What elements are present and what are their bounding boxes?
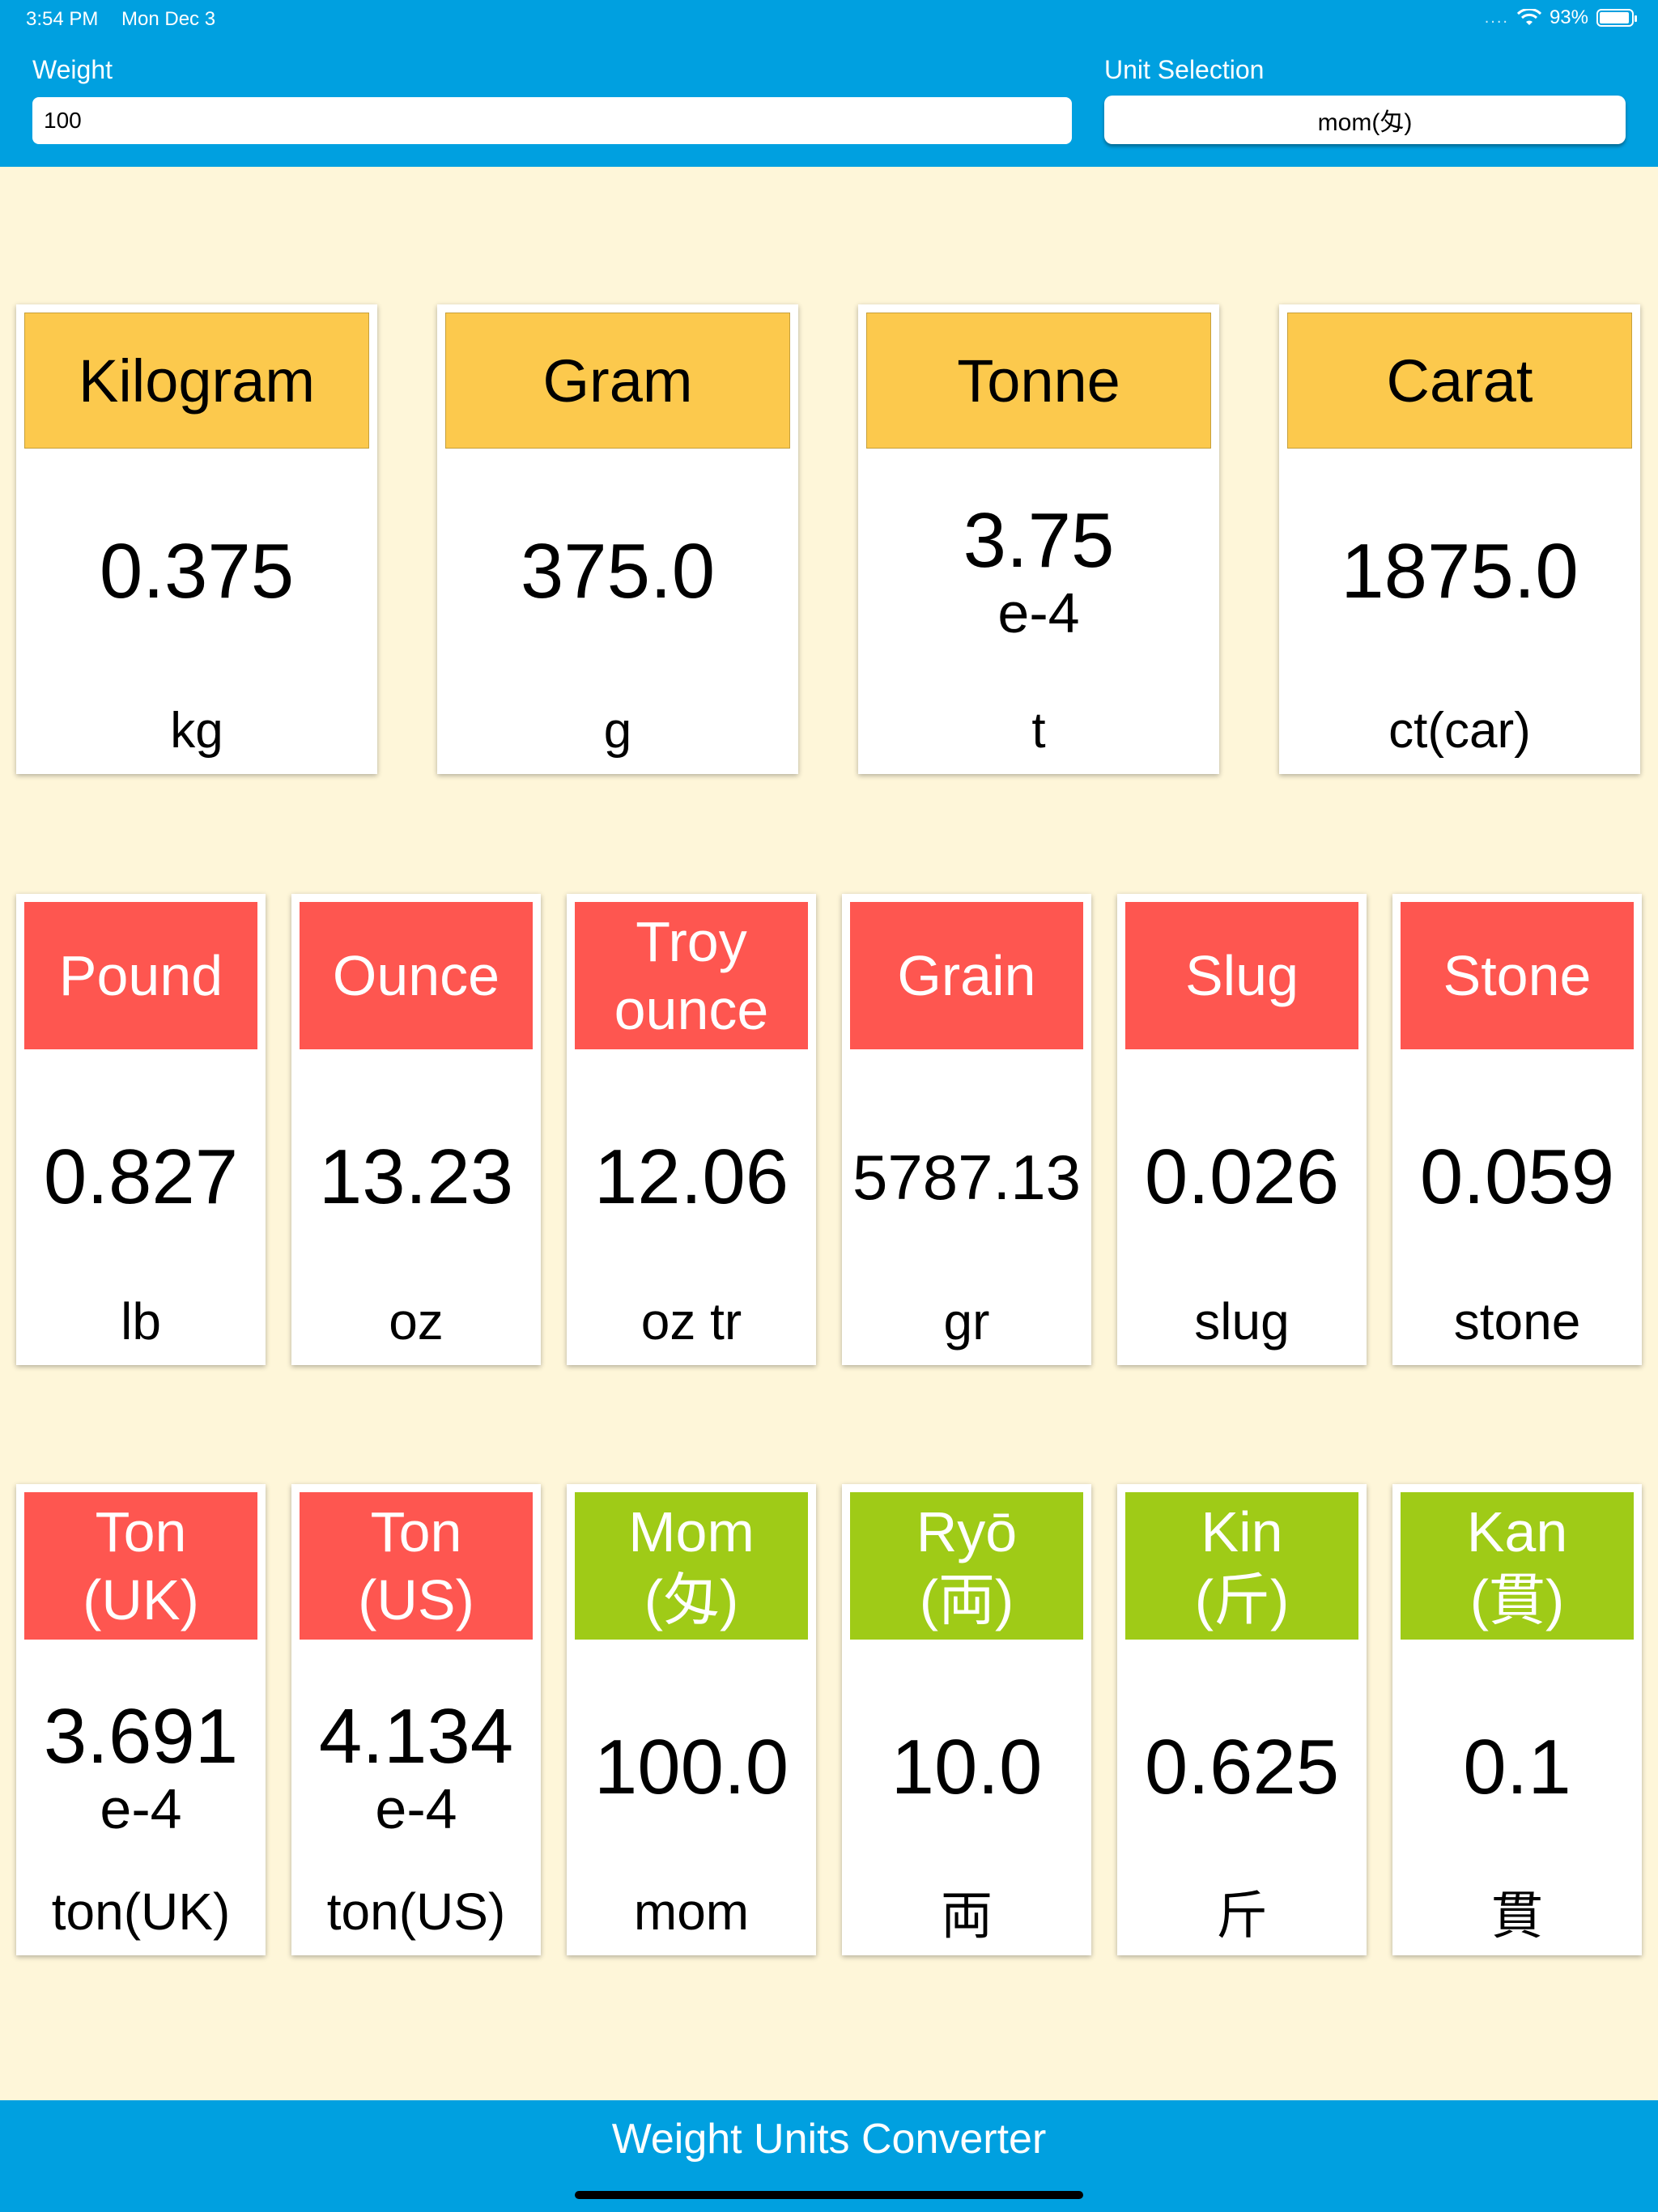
unit-card-carat: Carat 1875.0 ct(car) <box>1279 304 1640 774</box>
unit-card-title: Ounce <box>300 902 533 1049</box>
unit-card-value: 10.0 <box>891 1724 1043 1811</box>
unit-card-value: 375.0 <box>520 528 716 615</box>
unit-card-title: Ryō (両) <box>850 1492 1083 1640</box>
unit-card-ounce: Ounce 13.23 oz <box>291 894 541 1365</box>
unit-card-symbol: ton(US) <box>326 1882 506 1941</box>
status-date: Mon Dec 3 <box>121 8 216 30</box>
unit-card-symbol: kg <box>170 702 223 759</box>
unit-card-slug: Slug 0.026 slug <box>1117 894 1367 1365</box>
unit-card-symbol: 貫 <box>1491 1887 1543 1945</box>
unit-card-title: Tonne <box>866 313 1211 449</box>
unit-card-symbol: oz <box>389 1292 444 1351</box>
unit-card-kin: Kin (斤) 0.625 斤 <box>1117 1484 1367 1955</box>
unit-card-symbol: ct(car) <box>1388 702 1531 759</box>
unit-card-tonne: Tonne 3.75 e-4 t <box>858 304 1219 774</box>
unit-card-symbol: t <box>1031 702 1046 759</box>
unit-card-symbol: slug <box>1194 1292 1290 1351</box>
bottom-bar: Weight Units Converter <box>0 2100 1658 2212</box>
unit-card-pound: Pound 0.827 lb <box>16 894 266 1365</box>
unit-card-value: 3.691 e-4 <box>43 1693 239 1841</box>
unit-card-mom: Mom (匁) 100.0 mom <box>567 1484 816 1955</box>
unit-card-value: 13.23 <box>318 1134 514 1221</box>
unit-card-title: Gram <box>445 313 790 449</box>
unit-card-title: Grain <box>850 902 1083 1049</box>
unit-card-value: 0.827 <box>43 1134 239 1221</box>
unit-card-value: 0.059 <box>1419 1134 1615 1221</box>
unit-card-symbol: lb <box>121 1292 161 1351</box>
home-indicator[interactable] <box>575 2191 1083 2199</box>
unit-card-value: 3.75 e-4 <box>963 497 1115 645</box>
unit-card-value: 0.026 <box>1144 1134 1340 1221</box>
unit-card-title: Carat <box>1287 313 1632 449</box>
unit-card-symbol: stone <box>1453 1292 1581 1351</box>
unit-card-title: Kilogram <box>24 313 369 449</box>
unit-card-symbol: g <box>603 702 632 759</box>
top-bar: 3:54 PM Mon Dec 3 .... 93% Weight Unit S… <box>0 0 1658 167</box>
unit-card-symbol: gr <box>943 1292 990 1351</box>
unit-card-title: Troy ounce <box>575 902 808 1049</box>
unit-card-grain: Grain 5787.13 gr <box>842 894 1091 1365</box>
unit-selection-button[interactable]: mom(匁) <box>1104 96 1626 144</box>
unit-card-symbol: mom <box>633 1882 750 1941</box>
unit-card-title: Slug <box>1125 902 1358 1049</box>
unit-card-ryo: Ryō (両) 10.0 両 <box>842 1484 1091 1955</box>
unit-card-symbol: oz tr <box>640 1292 742 1351</box>
unit-card-gram: Gram 375.0 g <box>437 304 798 774</box>
weight-input[interactable] <box>32 97 1072 144</box>
unit-selection-label: Unit Selection <box>1104 55 1265 84</box>
battery-icon <box>1596 9 1637 27</box>
unit-card-value: 100.0 <box>593 1724 789 1811</box>
unit-card-value: 1875.0 <box>1341 528 1579 615</box>
unit-card-stone: Stone 0.059 stone <box>1392 894 1642 1365</box>
unit-card-title: Kin (斤) <box>1125 1492 1358 1640</box>
status-time: 3:54 PM <box>26 8 99 30</box>
unit-card-value: 4.134 e-4 <box>318 1693 514 1841</box>
unit-card-symbol: 両 <box>941 1887 993 1945</box>
unit-card-value: 0.625 <box>1144 1724 1340 1811</box>
unit-card-title: Pound <box>24 902 257 1049</box>
signal-dots: .... <box>1484 8 1509 27</box>
unit-card-ton-uk: Ton (UK) 3.691 e-4 ton(UK) <box>16 1484 266 1955</box>
unit-card-value: 0.1 <box>1463 1724 1571 1811</box>
unit-card-symbol: ton(UK) <box>51 1882 231 1941</box>
unit-card-kan: Kan (貫) 0.1 貫 <box>1392 1484 1642 1955</box>
unit-card-troy-ounce: Troy ounce 12.06 oz tr <box>567 894 816 1365</box>
unit-card-ton-us: Ton (US) 4.134 e-4 ton(US) <box>291 1484 541 1955</box>
unit-card-kilogram: Kilogram 0.375 kg <box>16 304 377 774</box>
wifi-icon <box>1516 9 1541 25</box>
unit-card-title: Stone <box>1401 902 1634 1049</box>
weight-label: Weight <box>32 55 113 84</box>
unit-card-value: 5787.13 <box>852 1141 1081 1213</box>
unit-card-title: Ton (UK) <box>24 1492 257 1640</box>
battery-percent: 93% <box>1549 6 1588 28</box>
status-icons: .... 93% <box>1484 6 1637 29</box>
app-title: Weight Units Converter <box>611 2116 1047 2163</box>
unit-card-symbol: 斤 <box>1216 1887 1268 1945</box>
unit-card-title: Ton (US) <box>300 1492 533 1640</box>
unit-card-title: Mom (匁) <box>575 1492 808 1640</box>
unit-card-value: 12.06 <box>593 1134 789 1221</box>
unit-card-value: 0.375 <box>99 528 295 615</box>
unit-card-title: Kan (貫) <box>1401 1492 1634 1640</box>
